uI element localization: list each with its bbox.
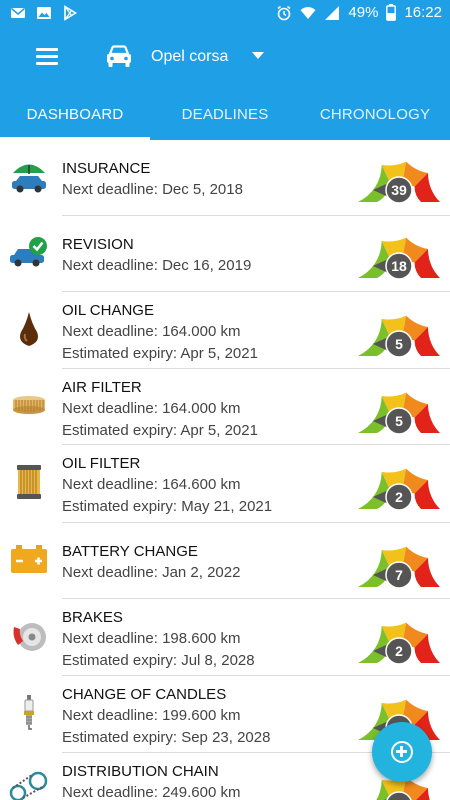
battery-icon xyxy=(386,4,397,21)
gauge-battery-change: 7 xyxy=(358,546,440,589)
play-store-icon xyxy=(64,5,78,21)
gauge-air-filter: 5 xyxy=(358,392,440,435)
car-check-icon xyxy=(10,237,47,267)
gauge-brakes: 2 xyxy=(358,622,440,665)
item-line: Next deadline: 249.600 km xyxy=(62,784,241,800)
brake-disc-icon xyxy=(13,623,46,651)
car-selector-label[interactable]: Opel corsa xyxy=(151,48,228,66)
gauge-value: 18 xyxy=(391,258,407,274)
list-item-air-filter[interactable]: AIR FILTER Next deadline: 164.000 km Est… xyxy=(0,369,450,445)
list-item-brakes[interactable]: BRAKES Next deadline: 198.600 km Estimat… xyxy=(0,599,450,676)
tab-bar: DASHBOARD DEADLINES CHRONOLOGY xyxy=(0,88,450,140)
list-item-insurance[interactable]: INSURANCE Next deadline: Dec 5, 2018 39 … xyxy=(0,140,450,216)
wifi-icon xyxy=(300,6,316,19)
gauge-value: 5 xyxy=(395,336,403,352)
gauge-oil-change: 5 xyxy=(358,315,440,358)
item-line: Estimated expiry: May 21, 2021 xyxy=(62,498,273,515)
item-line: Next deadline: 198.600 km xyxy=(62,630,241,647)
gauge-value: 2 xyxy=(395,489,403,505)
tab-dashboard[interactable]: DASHBOARD xyxy=(0,88,150,140)
gauge-revision: 18 xyxy=(358,237,440,280)
alarm-icon xyxy=(277,5,291,20)
chevron-down-icon[interactable] xyxy=(252,52,264,59)
item-line: Estimated expiry: Apr 5, 2021 xyxy=(62,345,258,362)
item-line: Next deadline: Dec 16, 2019 xyxy=(62,257,252,274)
list-item-battery-change[interactable]: BATTERY CHANGE Next deadline: Jan 2, 202… xyxy=(0,523,450,599)
item-title: INSURANCE xyxy=(62,160,151,177)
spark-plug-icon xyxy=(24,695,34,730)
car-icon xyxy=(107,45,131,67)
item-line: Next deadline: Dec 5, 2018 xyxy=(62,181,243,198)
add-icon xyxy=(391,741,413,763)
tab-chronology[interactable]: CHRONOLOGY xyxy=(300,88,450,140)
air-filter-icon xyxy=(13,396,45,414)
image-icon xyxy=(37,7,51,19)
gauge-oil-filter: 2 xyxy=(358,468,440,511)
mail-icon xyxy=(11,7,25,18)
gauge-value: 7 xyxy=(395,567,403,583)
menu-icon[interactable] xyxy=(36,46,60,68)
signal-icon xyxy=(325,5,340,20)
list-item-revision[interactable]: REVISION Next deadline: Dec 16, 2019 18 xyxy=(0,216,450,292)
item-title: AIR FILTER xyxy=(62,379,142,396)
battery-percent: 49% xyxy=(348,4,379,21)
app-bar: Opel corsa xyxy=(0,28,450,88)
item-title: OIL FILTER xyxy=(62,455,141,472)
battery-car-icon xyxy=(11,545,47,573)
gauge-insurance: 39 xyxy=(358,161,440,204)
clock: 16:22 xyxy=(404,4,442,21)
item-title: DISTRIBUTION CHAIN xyxy=(62,763,219,780)
item-line: Next deadline: 199.600 km xyxy=(62,707,241,724)
oil-drop-icon xyxy=(20,312,38,346)
item-line: Next deadline: Jan 2, 2022 xyxy=(62,564,241,581)
item-line: Estimated expiry: Sep 23, 2028 xyxy=(62,729,271,746)
gauge-value: 5 xyxy=(395,413,403,429)
gauge-value: 2 xyxy=(395,643,403,659)
item-line: Estimated expiry: Apr 5, 2021 xyxy=(62,422,258,439)
item-line: Next deadline: 164.600 km xyxy=(62,476,241,493)
item-title: CHANGE OF CANDLES xyxy=(62,686,227,703)
deadline-list: INSURANCE Next deadline: Dec 5, 2018 39 … xyxy=(0,140,450,800)
item-title: REVISION xyxy=(62,236,134,253)
item-line: Estimated expiry: Jul 8, 2028 xyxy=(62,652,255,669)
item-line: Next deadline: 164.000 km xyxy=(62,323,241,340)
list-item-oil-change[interactable]: OIL CHANGE Next deadline: 164.000 km Est… xyxy=(0,292,450,369)
gauge-value: 39 xyxy=(391,182,407,198)
oil-filter-icon xyxy=(17,465,41,499)
list-item-oil-filter[interactable]: OIL FILTER Next deadline: 164.600 km Est… xyxy=(0,445,450,523)
item-title: BRAKES xyxy=(62,609,123,626)
item-title: OIL CHANGE xyxy=(62,302,154,319)
status-bar: 49% 16:22 xyxy=(0,0,450,28)
add-button[interactable] xyxy=(372,722,432,782)
chain-icon xyxy=(9,771,48,800)
umbrella-car-icon xyxy=(12,164,46,193)
item-title: BATTERY CHANGE xyxy=(62,543,198,560)
item-line: Next deadline: 164.000 km xyxy=(62,400,241,417)
tab-deadlines[interactable]: DEADLINES xyxy=(150,88,300,140)
